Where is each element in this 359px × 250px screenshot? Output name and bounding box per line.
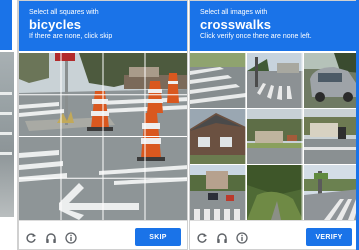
grid-tile[interactable]: [19, 137, 61, 178]
grid-tile[interactable]: [105, 53, 146, 94]
tile-image: [247, 109, 303, 164]
verify-button[interactable]: VERIFY: [306, 228, 352, 246]
tile-image: [190, 109, 246, 164]
grid-tile[interactable]: [304, 165, 358, 220]
image-grid-3x3: [190, 53, 358, 220]
grid-tile[interactable]: [304, 53, 358, 108]
grid-tile[interactable]: [105, 95, 146, 136]
captcha-header: Select all images with crosswalks Click …: [190, 1, 358, 51]
grid-tile[interactable]: [62, 53, 104, 94]
captcha-footer: SKIP: [19, 220, 187, 249]
tile-image: [304, 165, 358, 220]
info-icon[interactable]: [65, 232, 77, 244]
grid-tile[interactable]: [304, 109, 358, 164]
grid-tile[interactable]: [247, 53, 303, 108]
grid-tile[interactable]: [62, 95, 104, 136]
grid-tile[interactable]: [62, 137, 104, 178]
hint-text: Click verify once there are none left.: [200, 33, 312, 40]
captcha-header: Select all squares with bicycles If ther…: [19, 1, 187, 51]
captcha-crosswalks: Select all images with crosswalks Click …: [189, 0, 359, 250]
captcha-footer: VERIFY: [190, 220, 358, 249]
reload-icon[interactable]: [25, 232, 37, 244]
audio-icon[interactable]: [45, 232, 57, 244]
tile-image: [247, 53, 303, 108]
reload-icon[interactable]: [196, 232, 208, 244]
grid-tile[interactable]: [19, 95, 61, 136]
target-word: bicycles: [29, 17, 82, 32]
instruction-text: Select all squares with: [29, 9, 99, 16]
audio-icon[interactable]: [216, 232, 228, 244]
captcha-bicycles: Select all squares with bicycles If ther…: [18, 0, 188, 250]
grid-tile[interactable]: [190, 53, 246, 108]
instruction-text: Select all images with: [200, 9, 268, 16]
tile-image: [304, 53, 358, 108]
grid-tile[interactable]: [62, 179, 104, 220]
target-word: crosswalks: [200, 17, 272, 32]
tile-image: [247, 165, 303, 220]
grid-tile[interactable]: [190, 109, 246, 164]
grid-tile[interactable]: [19, 179, 61, 220]
previous-captcha-header: [0, 0, 12, 50]
hint-text: If there are none, click skip: [29, 33, 113, 40]
tile-image: [190, 53, 246, 108]
grid-tile[interactable]: [247, 109, 303, 164]
grid-tile[interactable]: [190, 165, 246, 220]
grid-tile[interactable]: [147, 53, 187, 94]
tile-image: [304, 109, 358, 164]
info-icon[interactable]: [236, 232, 248, 244]
grid-tile[interactable]: [105, 137, 146, 178]
grid-tile[interactable]: [147, 179, 187, 220]
grid-tile[interactable]: [19, 53, 61, 94]
previous-captcha-image: [0, 52, 14, 217]
tile-image: [190, 165, 246, 220]
grid-tile[interactable]: [147, 95, 187, 136]
image-grid-4x4: [19, 53, 187, 220]
grid-tile[interactable]: [147, 137, 187, 178]
previous-captcha-edge: [0, 0, 18, 250]
grid-tile[interactable]: [247, 165, 303, 220]
grid-tile[interactable]: [105, 179, 146, 220]
skip-button[interactable]: SKIP: [135, 228, 181, 246]
